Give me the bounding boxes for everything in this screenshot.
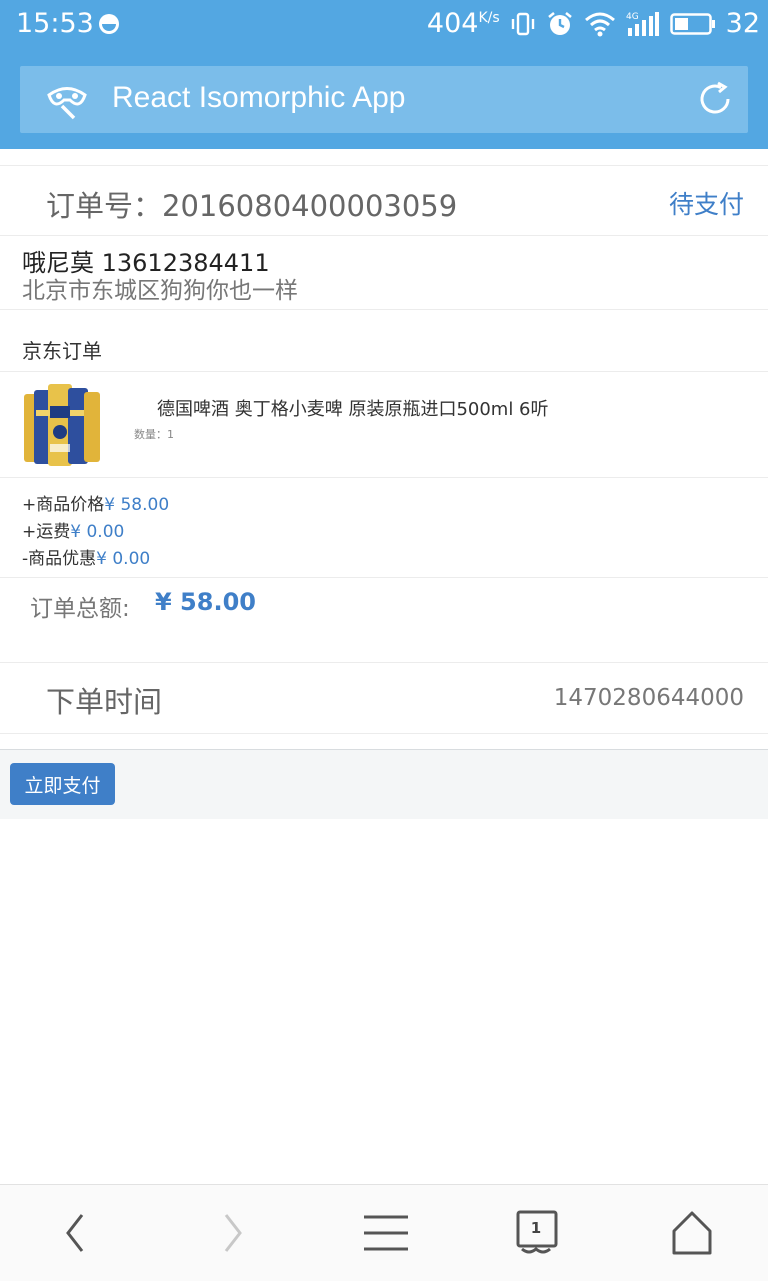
app-bar: React Isomorphic App	[20, 66, 748, 133]
alarm-icon	[547, 11, 572, 35]
product-quantity: 数量：1	[134, 428, 174, 441]
total-label: 订单总额:	[30, 596, 130, 622]
app-title: React Isomorphic App	[112, 81, 406, 114]
status-indicators: 404K/s 4G 32	[427, 8, 760, 39]
fee-shipping-label: +运费	[22, 522, 71, 542]
order-header: 订单号：2016080400003059 待支付	[0, 165, 768, 236]
tab-count: 1	[530, 1219, 542, 1237]
shop-header: 京东订单	[0, 310, 768, 372]
order-number: 订单号：2016080400003059	[46, 189, 458, 223]
do-not-disturb-icon	[99, 14, 119, 34]
order-time: 下单时间 1470280644000	[0, 663, 768, 734]
fee-shipping: +运费¥ 0.00	[22, 517, 124, 542]
status-bar: 15:53 404K/s 4G 32	[0, 0, 768, 52]
fee-goods-label: +商品价格	[22, 495, 105, 515]
home-icon[interactable]	[668, 1209, 716, 1257]
fee-discount-label: -商品优惠	[22, 549, 97, 569]
battery-icon	[669, 12, 715, 35]
vibrate-icon	[511, 12, 534, 35]
shipping-address: 哦尼莫 13612384411 北京市东城区狗狗你也一样	[0, 235, 768, 310]
back-icon[interactable]	[52, 1209, 100, 1257]
order-time-value: 1470280644000	[553, 685, 744, 711]
order-time-label: 下单时间	[46, 685, 163, 719]
pay-now-button[interactable]: 立即支付	[10, 763, 115, 805]
order-total: 订单总额: ¥ 58.00	[0, 578, 768, 663]
total-amount: ¥ 58.00	[155, 588, 256, 616]
forward-icon[interactable]	[208, 1209, 256, 1257]
wifi-icon	[584, 12, 615, 36]
battery-level: 32	[725, 8, 760, 39]
svg-text:4G: 4G	[626, 12, 639, 22]
pay-bar: 立即支付	[0, 749, 768, 819]
fee-goods-amount: ¥ 58.00	[104, 495, 170, 515]
network-speed: 404K/s	[426, 8, 500, 39]
fee-goods: +商品价格¥ 58.00	[22, 490, 169, 515]
tabs-button[interactable]: 1	[516, 1209, 558, 1257]
status-time: 15:53	[16, 8, 94, 39]
menu-icon[interactable]	[362, 1209, 410, 1257]
browser-nav: 1	[0, 1184, 768, 1281]
fee-discount: -商品优惠¥ 0.00	[22, 544, 150, 569]
order-status[interactable]: 待支付	[669, 185, 744, 221]
signal-icon: 4G	[626, 11, 659, 36]
fee-shipping-amount: ¥ 0.00	[70, 522, 125, 542]
app-logo-icon	[47, 87, 87, 120]
address-detail: 北京市东城区狗狗你也一样	[22, 278, 298, 304]
product-image	[22, 380, 108, 468]
shop-name: 京东订单	[22, 339, 102, 363]
fee-breakdown: +商品价格¥ 58.00 +运费¥ 0.00 -商品优惠¥ 0.00	[0, 478, 768, 578]
refresh-icon[interactable]	[696, 80, 734, 118]
app-header: React Isomorphic App	[0, 52, 768, 149]
fee-discount-amount: ¥ 0.00	[96, 549, 151, 569]
order-item[interactable]: 德国啤酒 奥丁格小麦啤 原装原瓶进口500ml 6听 数量：1	[0, 372, 768, 478]
product-title: 德国啤酒 奥丁格小麦啤 原装原瓶进口500ml 6听	[157, 399, 549, 420]
